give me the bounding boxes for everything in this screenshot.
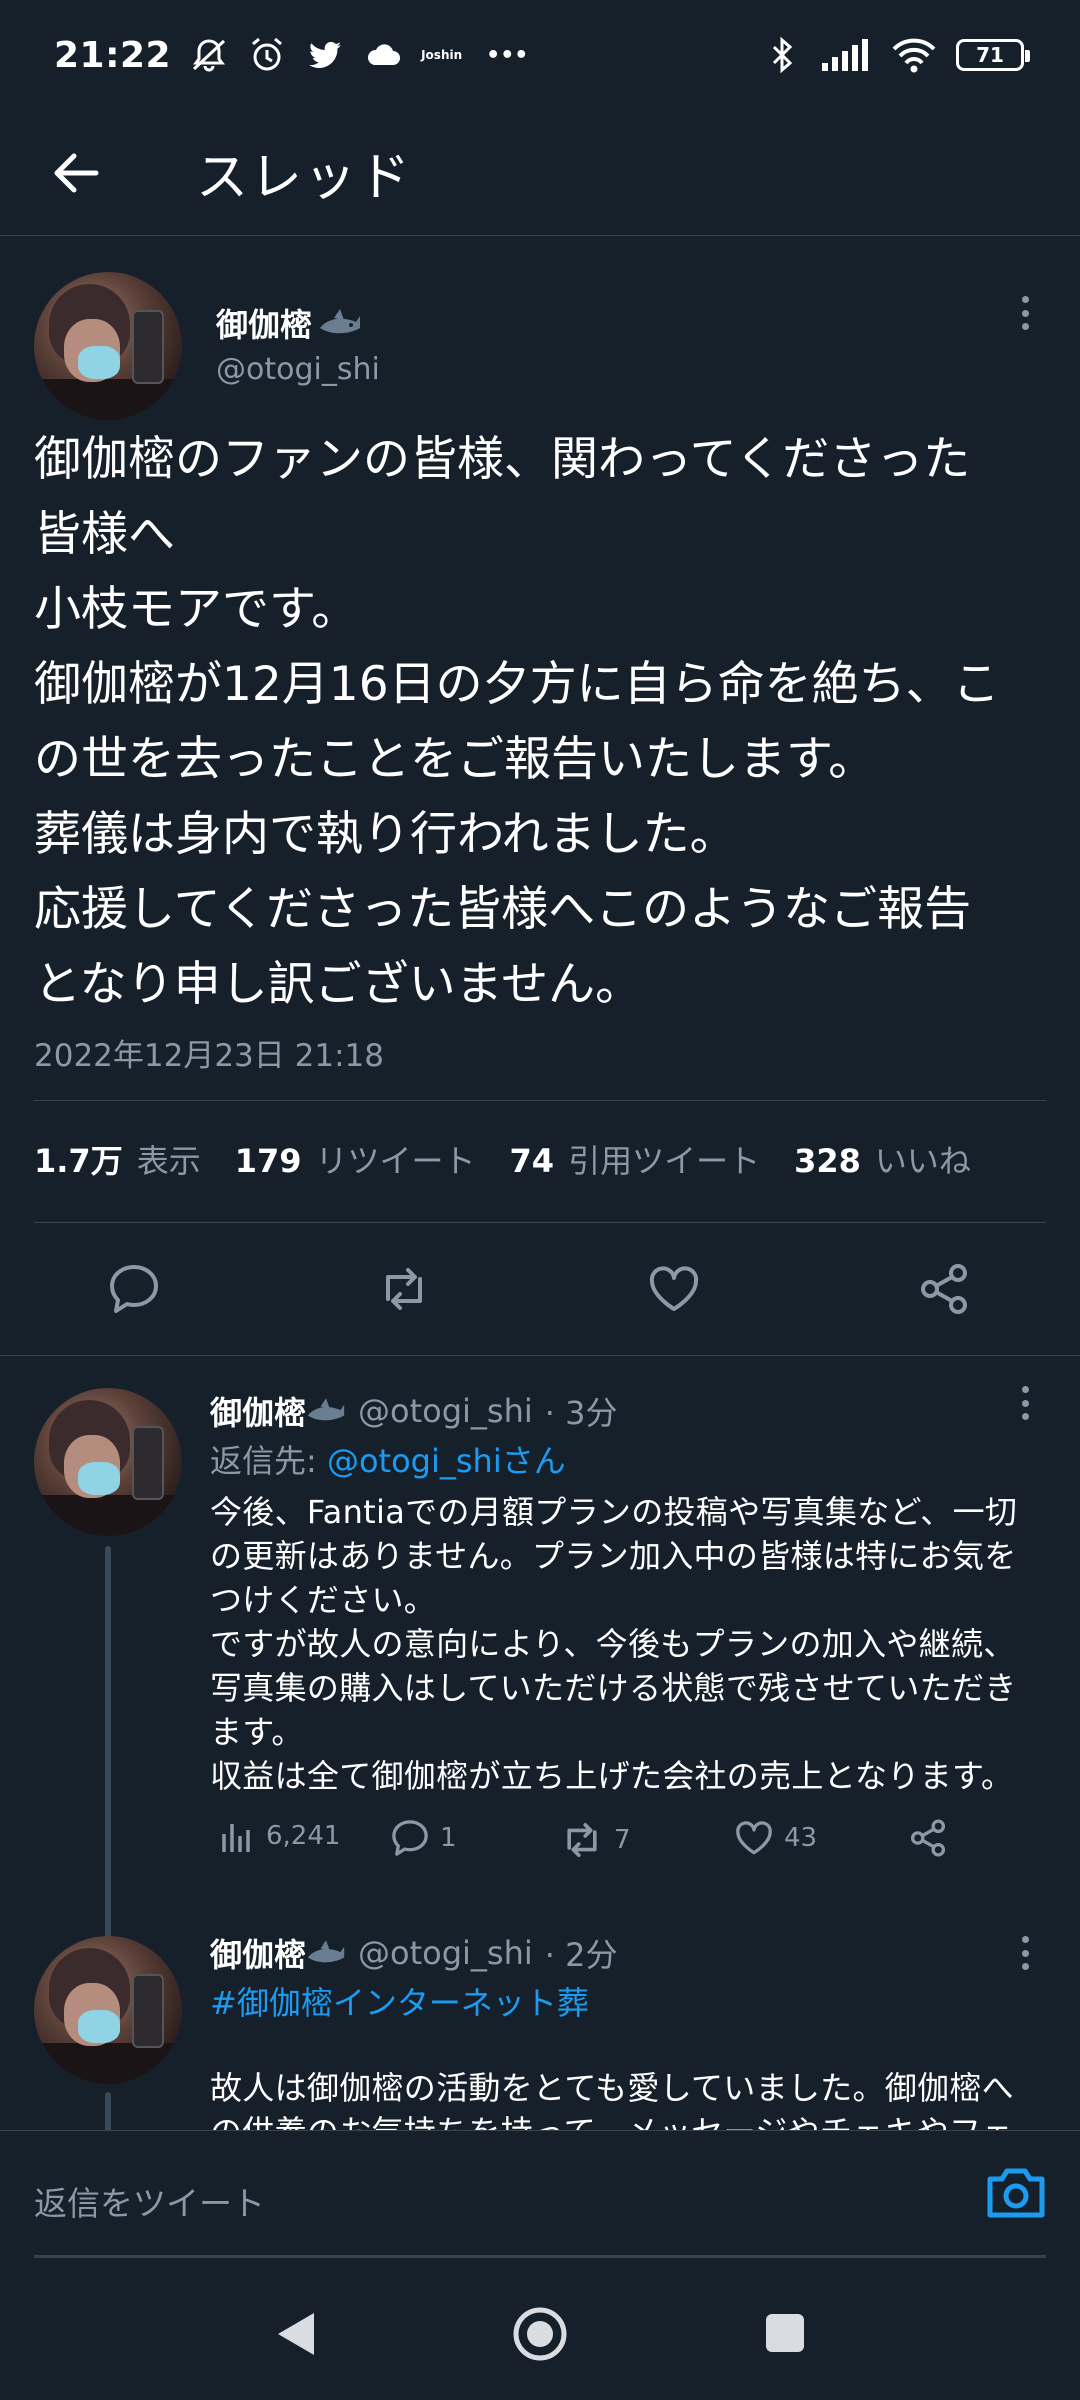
reply-actions: 6,241 1 7 43 [210,1816,970,1876]
page-title: スレッド [196,148,413,208]
handle[interactable]: @otogi_shi [358,1934,533,1972]
avatar[interactable] [34,1936,182,2084]
retweet-icon [567,1823,597,1857]
overflow-notifications: ••• [486,42,529,68]
status-bar: 21:22 Joshin ••• 71 [0,0,1080,110]
hashtag-link[interactable]: #御伽樒インターネット葬 [210,1978,589,2024]
display-name[interactable]: 御伽樒 [210,1388,306,1434]
nav-back-button[interactable] [268,2306,324,2362]
retweets-label[interactable]: リツイート [316,1136,476,1182]
reply-button[interactable] [102,1257,166,1321]
share-icon [910,1819,946,1857]
retweet-count: 7 [614,1825,631,1855]
retweet-button[interactable] [372,1257,436,1321]
reply-stat[interactable]: 1 [388,1816,457,1860]
share-button[interactable] [912,1257,976,1321]
thread-line [105,2092,111,2132]
divider [34,1222,1046,1223]
thread-header: スレッド [0,110,1080,236]
battery-indicator: 71 [956,39,1030,71]
system-nav-bar [0,2262,1080,2400]
arrow-left-icon [54,153,99,192]
analytics-icon [222,1824,250,1852]
heart-icon [649,1266,699,1311]
shark-emoji-icon [320,309,361,334]
retweet-icon [386,1268,422,1310]
views-label: 表示 [136,1142,201,1180]
display-name[interactable]: 御伽樒 [210,1930,306,1976]
battery-level: 71 [976,43,1004,67]
bluetooth-icon [772,36,793,74]
tweet-text: 御伽樒のファンの皆様、関わってくださった 皆様へ 小枝モアです。 御伽樒が12月… [34,432,1000,1012]
shark-emoji-icon [307,1940,345,1963]
more-options-icon[interactable] [1010,1386,1040,1420]
signal-icon [822,39,868,71]
status-time: 21:22 [54,34,172,76]
bell-off-icon [193,39,226,72]
share-icon [921,1264,967,1314]
display-name: 御伽樒 [216,306,313,344]
relative-time: · 3分 [544,1394,618,1432]
avatar[interactable] [34,1388,182,1536]
views-count: 1.7万 [34,1142,123,1180]
reply-icon [110,1265,158,1313]
reply-to-prefix: 返信先: [210,1442,327,1480]
tweet-stats: 1.7万 表示 179 リツイート 74 引用ツイート 328 いいね [34,1136,1005,1182]
heart-icon [736,1821,772,1855]
handle[interactable]: @otogi_shi [358,1392,533,1430]
reply-header: 御伽樒 @otogi_shi · 2分 [210,1930,617,1976]
quotes-label[interactable]: 引用ツイート [568,1136,760,1182]
home-circle-icon [513,2307,567,2361]
reply-to-handle[interactable]: @otogi_shiさん [327,1442,566,1480]
divider [0,1355,1080,1356]
relative-time: · 2分 [544,1936,618,1974]
more-options-icon[interactable] [1010,296,1040,330]
views-stat[interactable]: 6,241 [218,1816,340,1856]
alarm-icon [252,37,283,71]
author-handle[interactable]: @otogi_shi [216,352,380,387]
tweet-timestamp[interactable]: 2022年12月23日 21:18 [34,1030,384,1075]
quotes-count[interactable]: 74 [510,1142,555,1180]
retweet-stat[interactable]: 7 [558,1816,631,1864]
like-button[interactable] [642,1257,706,1321]
notification-app-label: Joshin [421,48,463,62]
camera-button[interactable] [980,2157,1052,2229]
nav-recents-button[interactable] [760,2308,810,2358]
likes-label[interactable]: いいね [875,1136,971,1182]
reply-icon [392,1820,428,1856]
like-count: 43 [784,1823,818,1853]
reply-count: 1 [440,1823,457,1853]
back-button[interactable] [34,131,118,215]
shark-emoji-icon [307,1398,345,1421]
twitter-bird-icon [309,41,342,68]
retweets-count[interactable]: 179 [235,1142,302,1180]
author-name[interactable]: 御伽樒 [216,300,362,346]
cloud-icon [368,44,401,65]
like-stat[interactable]: 43 [732,1816,817,1860]
triangle-back-icon [278,2313,314,2355]
share-button[interactable] [906,1816,950,1860]
reply-header: 御伽樒 @otogi_shi · 3分 [210,1388,617,1434]
main-tweet: 御伽樒 @otogi_shi 御伽樒のファンの皆様、関わってくださった 皆様へ … [0,236,1080,1223]
reply-composer: 返信をツイート [0,2130,1080,2260]
nav-home-button[interactable] [510,2304,570,2364]
reply-to: 返信先: @otogi_shiさん [210,1436,566,1482]
divider [34,1100,1046,1101]
input-underline [34,2255,1046,2258]
camera-icon [987,2168,1045,2218]
likes-count[interactable]: 328 [794,1142,861,1180]
more-options-icon[interactable] [1010,1936,1040,1970]
reply-text: 今後、Fantiaでの月額プランの投稿や写真集など、一切 の更新はありません。プ… [210,1493,1018,1795]
avatar[interactable] [34,272,182,420]
reply-input[interactable]: 返信をツイート [34,2177,265,2225]
square-recents-icon [766,2314,804,2352]
wifi-icon [892,38,936,73]
views-count: 6,241 [266,1821,341,1851]
